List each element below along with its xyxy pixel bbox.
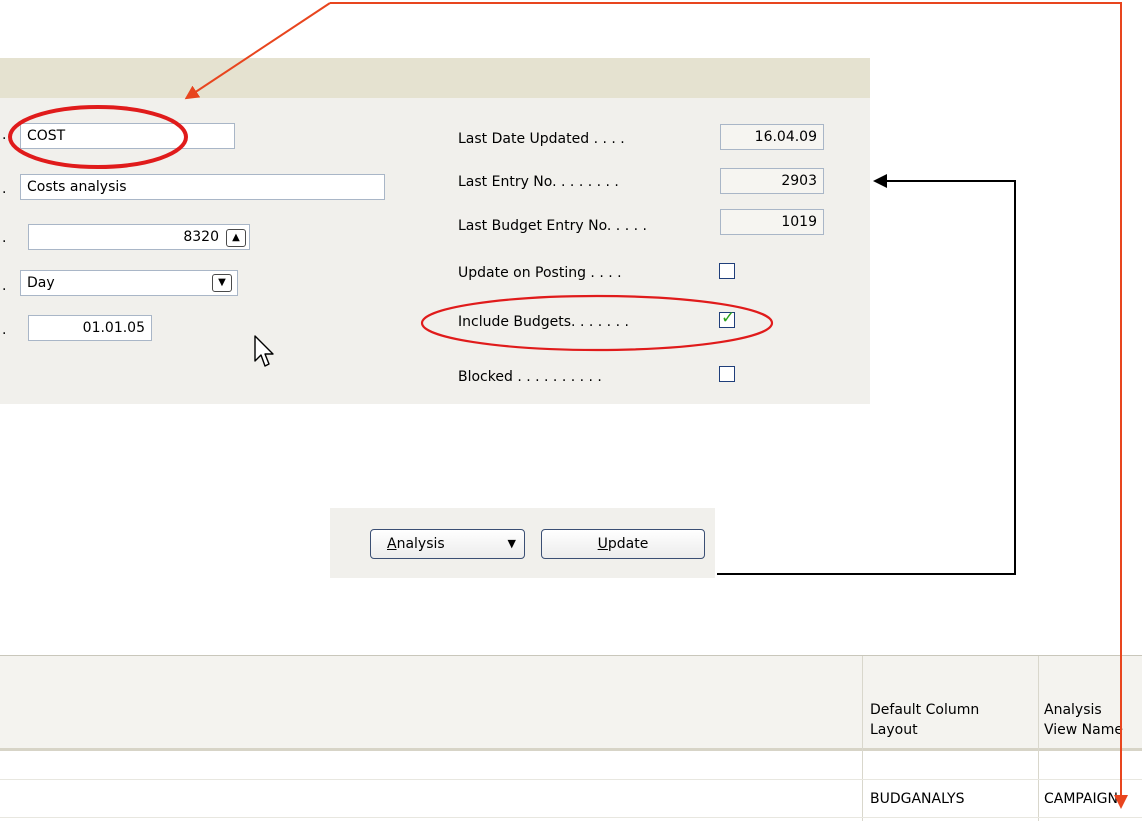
last-budget-entry-no-value: 1019 xyxy=(720,209,824,235)
cell-default-column-layout[interactable]: BUDGANALYS xyxy=(870,791,965,807)
include-budgets-checkbox[interactable] xyxy=(719,308,735,328)
field-leader-dots: . xyxy=(2,127,7,143)
dropdown-arrow-icon: ▼ xyxy=(507,537,516,550)
field-leader-dots: . xyxy=(2,230,7,246)
include-budgets-label: Include Budgets. . . . . . . xyxy=(458,314,629,330)
update-on-posting-label: Update on Posting . . . . xyxy=(458,265,622,281)
update-button[interactable]: Update xyxy=(541,529,705,559)
column-header-analysis-view-name[interactable]: Analysis View Name xyxy=(1044,700,1123,740)
blocked-label: Blocked . . . . . . . . . . xyxy=(458,369,602,385)
last-entry-no-value: 2903 xyxy=(720,168,824,194)
field-leader-dots: . xyxy=(2,278,7,294)
arrow-up-icon[interactable]: ▲ xyxy=(226,229,246,247)
column-divider xyxy=(1038,656,1039,821)
blocked-checkbox[interactable] xyxy=(719,366,735,382)
arrow-down-icon[interactable]: ▼ xyxy=(212,274,232,292)
cell-analysis-view-name[interactable]: CAMPAIGN xyxy=(1044,791,1118,807)
column-divider xyxy=(862,656,863,821)
mouse-pointer-icon xyxy=(254,335,274,367)
annotation-arrow-red xyxy=(330,2,1122,40)
table-row[interactable] xyxy=(0,779,1142,780)
last-entry-no-label: Last Entry No. . . . . . . . xyxy=(458,174,619,190)
date-compression-select[interactable]: Day xyxy=(20,270,238,296)
last-date-updated-label: Last Date Updated . . . . xyxy=(458,131,625,147)
update-on-posting-checkbox[interactable] xyxy=(719,263,735,279)
last-budget-entry-no-label: Last Budget Entry No. . . . . xyxy=(458,218,647,234)
table-row[interactable] xyxy=(0,817,1142,818)
column-header-default-column-layout[interactable]: Default Column Layout xyxy=(870,700,979,740)
last-date-updated-value: 16.04.09 xyxy=(720,124,824,150)
field-leader-dots: . xyxy=(2,181,7,197)
analysis-button[interactable]: Analysis ▼ xyxy=(370,529,525,559)
account-filter-field[interactable]: 8320 xyxy=(28,224,250,250)
field-leader-dots: . xyxy=(2,322,7,338)
code-field[interactable]: COST xyxy=(20,123,235,149)
name-field[interactable]: Costs analysis xyxy=(20,174,385,200)
card-header-bar xyxy=(0,58,870,98)
starting-date-field[interactable]: 01.01.05 xyxy=(28,315,152,341)
